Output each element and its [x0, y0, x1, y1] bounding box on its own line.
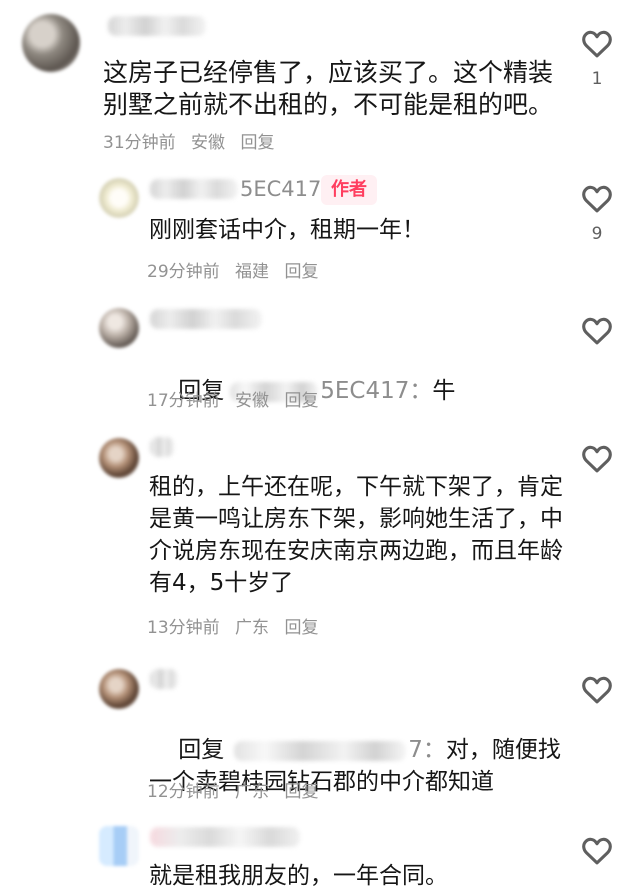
like-count	[580, 357, 614, 375]
username-blurred[interactable]	[150, 179, 238, 199]
comment-time: 31分钟前	[103, 133, 176, 153]
comment-text: 刚刚套话中介，租期一年！	[149, 217, 425, 243]
mention-tail[interactable]: 7：	[408, 737, 446, 763]
reply-button[interactable]: 回复	[284, 782, 318, 802]
comment-item: 回复 7：对，随便找一个卖碧桂园钻石郡的中介都知道 12分钟前 广东 回复	[0, 660, 640, 810]
heart-icon	[582, 317, 612, 345]
avatar[interactable]	[99, 438, 139, 478]
comment-item: 租的，上午还在呢，下午就下架了，肯定是黄一鸣让房东下架，影响她生活了，中介说房东…	[0, 428, 640, 648]
comment-meta: 31分钟前 安徽 回复	[103, 128, 274, 153]
like-button[interactable]	[580, 442, 614, 503]
heart-icon	[582, 676, 612, 704]
comment-item: 这房子已经停售了，应该买了。这个精装别墅之前就不出租的，不可能是租的吧。 31分…	[0, 0, 640, 160]
like-count	[580, 485, 614, 503]
comment-text: 租的，上午还在呢，下午就下架了，肯定是黄一鸣让房东下架，影响她生活了，中介说房东…	[149, 474, 563, 596]
username-blurred[interactable]	[150, 669, 178, 689]
comment-region: 安徽	[191, 133, 226, 153]
comment-region: 广东	[235, 618, 270, 638]
comment-time: 17分钟前	[147, 391, 220, 411]
comment-time: 29分钟前	[147, 262, 220, 282]
avatar[interactable]	[99, 178, 139, 218]
like-count: 9	[591, 224, 603, 244]
like-count	[580, 716, 614, 734]
username-tail[interactable]: 5EC417	[240, 177, 321, 201]
comment-thread-screen: { "comments": [ { "content": "这房子已经停售了，应…	[0, 0, 640, 892]
comment-item: 就是租我朋友的，一年合同。	[0, 818, 640, 892]
reply-button[interactable]: 回复	[240, 133, 274, 153]
heart-icon	[582, 30, 612, 58]
comment-text: 就是租我朋友的，一年合同。	[149, 863, 448, 889]
username-blurred[interactable]	[108, 16, 206, 36]
comment-meta: 12分钟前 广东 回复	[147, 777, 318, 802]
like-button[interactable]: 9	[580, 182, 614, 243]
like-button[interactable]	[580, 834, 614, 895]
comment-region: 福建	[235, 262, 270, 282]
comment-time: 13分钟前	[147, 618, 220, 638]
comment-region: 广东	[235, 782, 270, 802]
avatar[interactable]	[99, 308, 139, 348]
comment-text: 这房子已经停售了，应该买了。这个精装别墅之前就不出租的，不可能是租的吧。	[103, 58, 554, 119]
username-blurred[interactable]	[150, 827, 300, 847]
avatar[interactable]	[22, 14, 80, 72]
like-button[interactable]	[580, 314, 614, 375]
comment-meta: 13分钟前 广东 回复	[147, 613, 318, 638]
comment-text: 回复 7：对，随便找一个卖碧桂园钻石郡的中介都知道	[149, 702, 579, 830]
avatar[interactable]	[99, 669, 139, 709]
mention-blurred[interactable]	[234, 740, 407, 761]
like-count	[580, 877, 614, 895]
reply-content: 牛	[432, 378, 456, 404]
comment-item: 回复 5EC417：牛 17分钟前 安徽 回复	[0, 300, 640, 418]
comment-region: 安徽	[235, 391, 270, 411]
heart-icon	[582, 837, 612, 865]
like-button[interactable]: 1	[580, 27, 614, 88]
comment-time: 12分钟前	[147, 782, 220, 802]
heart-icon	[582, 445, 612, 473]
author-badge: 作者	[321, 175, 377, 205]
heart-icon	[582, 185, 612, 213]
comment-meta: 17分钟前 安徽 回复	[147, 386, 318, 411]
comment-meta: 29分钟前 福建 回复	[147, 257, 318, 282]
mention-tail[interactable]: 5EC417：	[320, 378, 432, 404]
avatar[interactable]	[99, 826, 139, 866]
like-count: 1	[591, 69, 603, 89]
comment-item: 5EC417 作者 刚刚套话中介，租期一年！ 29分钟前 福建 回复 9	[0, 170, 640, 290]
reply-button[interactable]: 回复	[284, 391, 318, 411]
username-blurred[interactable]	[150, 309, 262, 329]
like-button[interactable]	[580, 673, 614, 734]
username-blurred[interactable]	[150, 437, 174, 457]
reply-button[interactable]: 回复	[284, 618, 318, 638]
reply-button[interactable]: 回复	[284, 262, 318, 282]
reply-prefix: 回复	[178, 737, 225, 763]
